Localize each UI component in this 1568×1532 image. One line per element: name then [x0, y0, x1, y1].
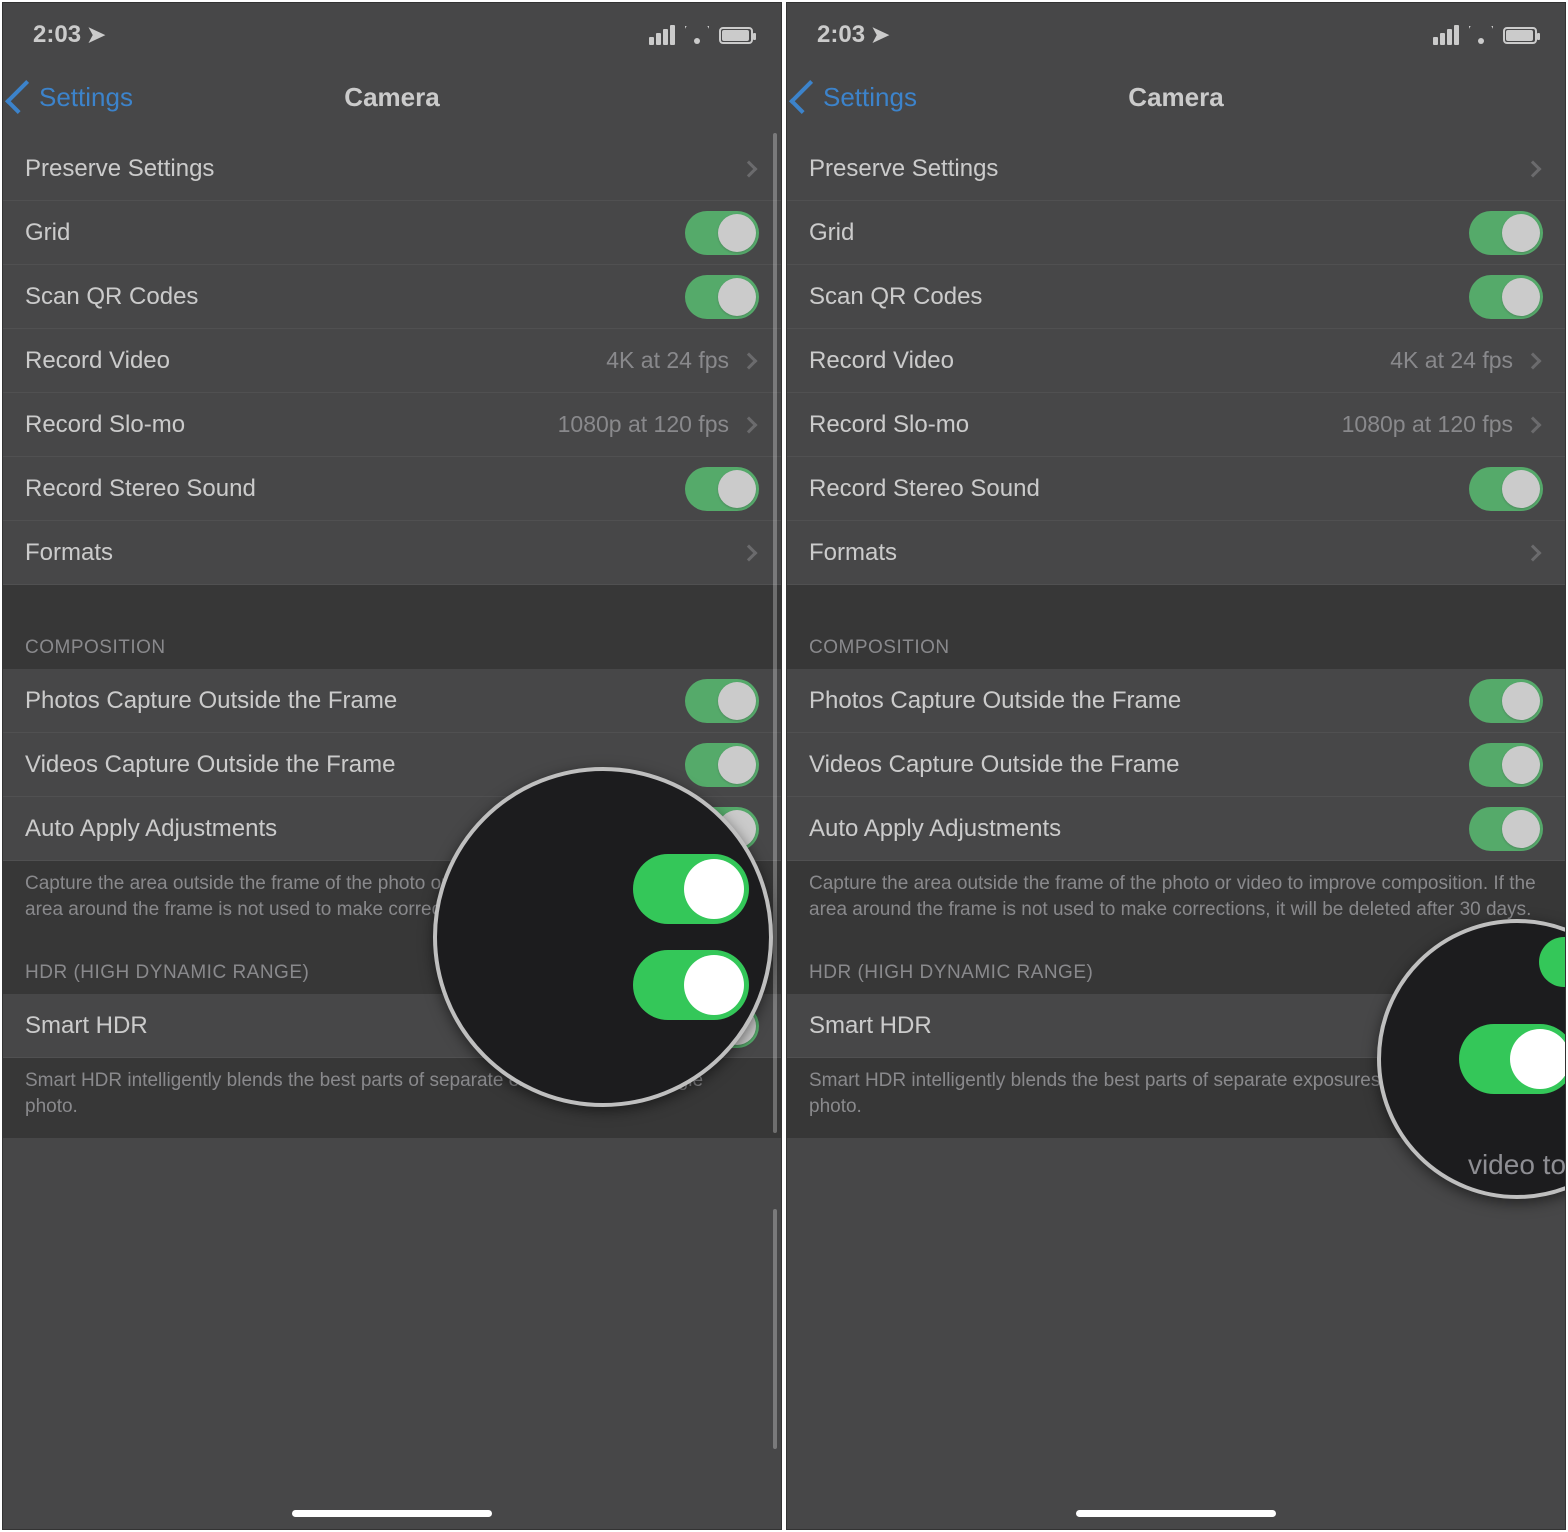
- photos-outside-toggle[interactable]: [685, 679, 759, 723]
- page-title: Camera: [344, 82, 439, 113]
- row-grid: Grid: [787, 201, 1565, 265]
- magnifier-callout: [433, 767, 773, 1107]
- chevron-right-icon: [741, 160, 758, 177]
- chevron-left-icon: [789, 80, 823, 114]
- chevron-left-icon: [5, 80, 39, 114]
- chevron-right-icon: [741, 352, 758, 369]
- magnifier-text-fragment: video to: [1468, 1149, 1566, 1181]
- row-preserve-settings[interactable]: Preserve Settings: [3, 137, 781, 201]
- row-videos-outside-frame: Videos Capture Outside the Frame: [787, 733, 1565, 797]
- back-label: Settings: [39, 82, 133, 113]
- record-video-value: 4K at 24 fps: [1390, 347, 1513, 374]
- grid-toggle[interactable]: [1469, 211, 1543, 255]
- qr-toggle[interactable]: [1469, 275, 1543, 319]
- videos-outside-toggle[interactable]: [685, 743, 759, 787]
- status-time: 2:03: [817, 21, 865, 49]
- scrollbar[interactable]: [773, 1209, 777, 1449]
- chevron-right-icon: [1525, 352, 1542, 369]
- chevron-right-icon: [741, 416, 758, 433]
- row-scan-qr: Scan QR Codes: [3, 265, 781, 329]
- photos-outside-toggle-zoom[interactable]: [633, 854, 749, 924]
- row-scan-qr: Scan QR Codes: [787, 265, 1565, 329]
- record-video-value: 4K at 24 fps: [606, 347, 729, 374]
- back-label: Settings: [823, 82, 917, 113]
- section-composition: COMPOSITION: [3, 637, 781, 669]
- row-formats[interactable]: Formats: [787, 521, 1565, 585]
- chevron-right-icon: [1525, 160, 1542, 177]
- row-photos-outside-frame: Photos Capture Outside the Frame: [3, 669, 781, 733]
- cellular-icon: [649, 25, 675, 45]
- videos-outside-toggle-zoom[interactable]: [633, 950, 749, 1020]
- row-stereo-sound: Record Stereo Sound: [787, 457, 1565, 521]
- composition-footer: Capture the area outside the frame of th…: [787, 861, 1565, 940]
- chevron-right-icon: [1525, 544, 1542, 561]
- chevron-right-icon: [1525, 416, 1542, 433]
- nav-bar: Settings Camera: [787, 67, 1565, 127]
- auto-apply-toggle-zoom[interactable]: [1459, 1024, 1566, 1094]
- row-formats[interactable]: Formats: [3, 521, 781, 585]
- battery-icon: [719, 27, 753, 44]
- battery-icon: [1503, 27, 1537, 44]
- wifi-icon: [1469, 26, 1493, 44]
- videos-outside-toggle-zoom[interactable]: [1539, 937, 1566, 987]
- row-preserve-settings[interactable]: Preserve Settings: [787, 137, 1565, 201]
- stereo-toggle[interactable]: [1469, 467, 1543, 511]
- left-screenshot: 2:03 ➤ Settings Camera Preserve Settings…: [2, 2, 782, 1530]
- status-time: 2:03: [33, 21, 81, 49]
- cellular-icon: [1433, 25, 1459, 45]
- back-button[interactable]: Settings: [13, 82, 133, 113]
- chevron-right-icon: [741, 544, 758, 561]
- row-record-slomo[interactable]: Record Slo-mo 1080p at 120 fps: [3, 393, 781, 457]
- location-icon: ➤: [871, 22, 889, 48]
- grid-toggle[interactable]: [685, 211, 759, 255]
- nav-bar: Settings Camera: [3, 67, 781, 127]
- wifi-icon: [685, 26, 709, 44]
- home-indicator[interactable]: [292, 1510, 492, 1517]
- row-grid: Grid: [3, 201, 781, 265]
- row-record-slomo[interactable]: Record Slo-mo 1080p at 120 fps: [787, 393, 1565, 457]
- scrollbar[interactable]: [773, 133, 777, 1133]
- record-slomo-value: 1080p at 120 fps: [558, 411, 729, 438]
- row-stereo-sound: Record Stereo Sound: [3, 457, 781, 521]
- section-composition: COMPOSITION: [787, 637, 1565, 669]
- row-auto-apply-adjustments: Auto Apply Adjustments: [787, 797, 1565, 861]
- status-bar: 2:03 ➤: [787, 3, 1565, 67]
- row-record-video[interactable]: Record Video 4K at 24 fps: [787, 329, 1565, 393]
- photos-outside-toggle[interactable]: [1469, 679, 1543, 723]
- videos-outside-toggle[interactable]: [1469, 743, 1543, 787]
- row-photos-outside-frame: Photos Capture Outside the Frame: [787, 669, 1565, 733]
- location-icon: ➤: [87, 22, 105, 48]
- page-title: Camera: [1128, 82, 1223, 113]
- auto-apply-toggle[interactable]: [1469, 807, 1543, 851]
- home-indicator[interactable]: [1076, 1510, 1276, 1517]
- record-slomo-value: 1080p at 120 fps: [1342, 411, 1513, 438]
- qr-toggle[interactable]: [685, 275, 759, 319]
- row-record-video[interactable]: Record Video 4K at 24 fps: [3, 329, 781, 393]
- stereo-toggle[interactable]: [685, 467, 759, 511]
- right-screenshot: 2:03 ➤ Settings Camera Preserve Settings…: [786, 2, 1566, 1530]
- back-button[interactable]: Settings: [797, 82, 917, 113]
- status-bar: 2:03 ➤: [3, 3, 781, 67]
